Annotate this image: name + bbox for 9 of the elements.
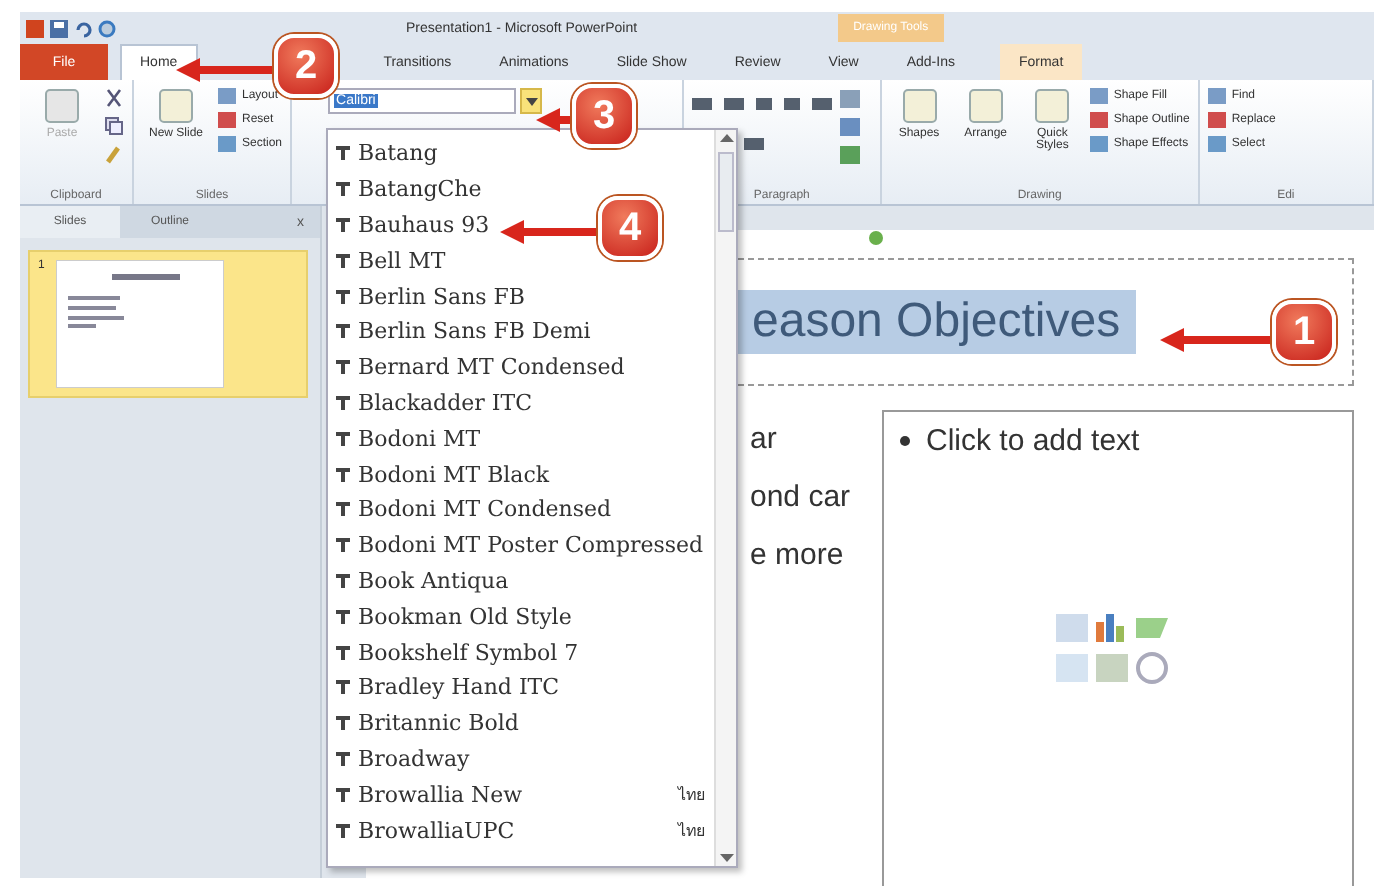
script-sample: ไทย bbox=[678, 783, 706, 808]
step-number-badge: 4 bbox=[598, 196, 662, 260]
body-text-line: ond car bbox=[750, 480, 853, 514]
step-number-badge: 1 bbox=[1272, 300, 1336, 364]
body-text-line: ar bbox=[750, 422, 779, 456]
script-sample: ไทย bbox=[678, 819, 706, 844]
placeholder-text: Click to add text bbox=[926, 424, 1140, 458]
body-text-line: e more bbox=[750, 538, 846, 572]
step-number-badge: 3 bbox=[572, 84, 636, 148]
